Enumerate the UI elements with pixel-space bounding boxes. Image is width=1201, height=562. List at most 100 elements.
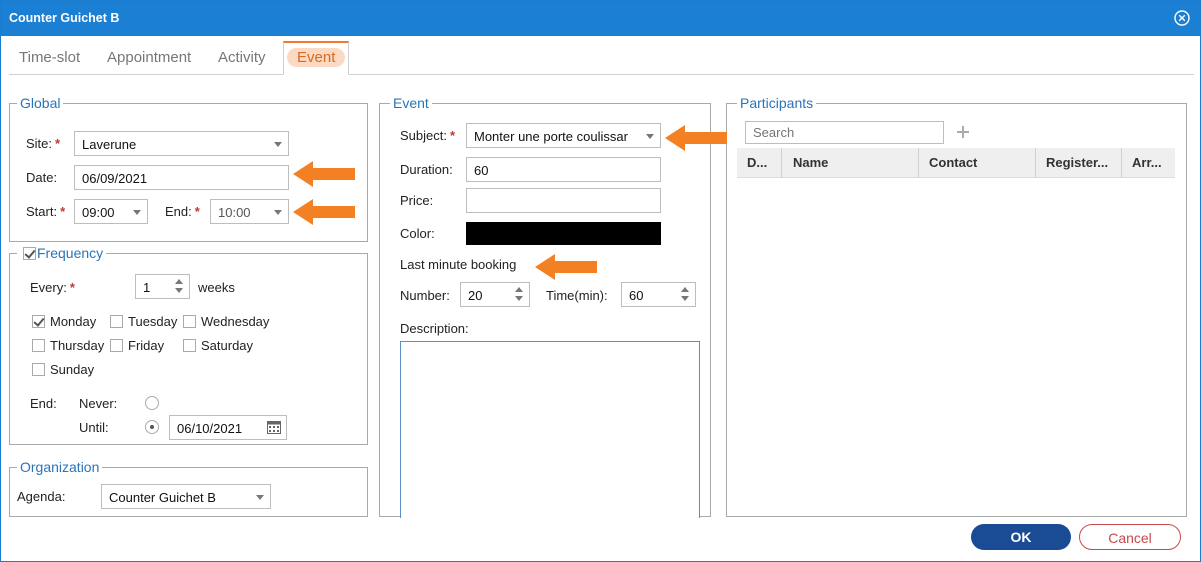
tuesday-label: Tuesday xyxy=(128,314,178,329)
dialog-window: Counter Guichet B Time-slot Appointment … xyxy=(0,0,1201,562)
column-header-arrival[interactable]: Arr... xyxy=(1122,148,1175,178)
start-value: 09:00 xyxy=(82,205,115,220)
ok-button[interactable]: OK xyxy=(971,524,1071,550)
site-select[interactable]: Laverune xyxy=(74,131,289,156)
left-arrow-icon xyxy=(293,161,355,187)
until-value: 06/10/2021 xyxy=(177,421,243,436)
chevron-down-icon xyxy=(646,134,654,139)
every-stepper[interactable]: 1 xyxy=(135,274,190,299)
sunday-checkbox[interactable] xyxy=(32,363,45,376)
column-header-contact[interactable]: Contact xyxy=(919,148,1036,178)
title-bar: Counter Guichet B xyxy=(1,1,1200,36)
number-label: Number: xyxy=(400,288,450,303)
frequency-group: Frequency Every: * 1 weeks Monday Tuesday… xyxy=(9,245,368,445)
number-value: 20 xyxy=(468,288,483,303)
frequency-checkbox[interactable] xyxy=(23,247,36,260)
chevron-down-icon xyxy=(274,210,282,215)
tab-bar: Time-slot Appointment Activity Event xyxy=(9,41,1194,75)
time-min-label: Time(min): xyxy=(546,288,608,303)
friday-checkbox[interactable] xyxy=(110,339,123,352)
tab-activity[interactable]: Activity xyxy=(218,49,266,66)
participants-legend: Participants xyxy=(737,95,817,111)
end-mode-label: End: xyxy=(30,396,57,411)
agenda-select[interactable]: Counter Guichet B xyxy=(101,484,271,509)
tab-event-label: Event xyxy=(287,48,346,67)
number-stepper[interactable]: 20 xyxy=(460,282,530,307)
price-label: Price: xyxy=(400,193,434,208)
duration-input[interactable]: 60 xyxy=(466,157,661,182)
event-group: Event Subject: * Monter une porte couliss… xyxy=(379,95,711,518)
site-label: Site: * xyxy=(26,136,61,151)
monday-label: Monday xyxy=(50,314,97,329)
date-label: Date: xyxy=(26,170,58,185)
saturday-checkbox[interactable] xyxy=(183,339,196,352)
never-radio[interactable] xyxy=(145,396,159,410)
friday-label: Friday xyxy=(128,338,165,353)
agenda-label: Agenda: xyxy=(17,489,66,504)
thursday-label: Thursday xyxy=(50,338,105,353)
wednesday-label: Wednesday xyxy=(201,314,270,329)
date-value: 06/09/2021 xyxy=(82,171,148,186)
tab-event[interactable]: Event xyxy=(283,41,350,75)
start-select[interactable]: 09:00 xyxy=(74,199,148,224)
spinner-icon[interactable] xyxy=(681,286,689,302)
tuesday-checkbox[interactable] xyxy=(110,315,123,328)
event-legend: Event xyxy=(390,95,432,111)
calendar-icon[interactable] xyxy=(267,421,281,434)
time-min-stepper[interactable]: 60 xyxy=(621,282,696,307)
participants-table-header: D... Name Contact Register... Arr... xyxy=(737,148,1175,178)
organization-group: Organization Agenda: Counter Guichet B xyxy=(9,459,368,517)
dialog-title: Counter Guichet B xyxy=(9,11,120,25)
end-value: 10:00 xyxy=(218,205,251,220)
global-legend: Global xyxy=(17,95,64,111)
left-arrow-icon xyxy=(293,199,355,225)
never-label: Never: xyxy=(79,396,118,411)
column-header-register[interactable]: Register... xyxy=(1036,148,1122,178)
time-min-value: 60 xyxy=(629,288,644,303)
saturday-label: Saturday xyxy=(201,338,254,353)
tab-time-slot[interactable]: Time-slot xyxy=(19,49,80,66)
every-label: Every: * xyxy=(30,280,75,295)
close-icon[interactable] xyxy=(1174,10,1190,26)
chevron-down-icon xyxy=(274,142,282,147)
description-textarea[interactable] xyxy=(400,341,700,518)
last-minute-booking-label: Last minute booking xyxy=(400,257,517,272)
color-swatch[interactable] xyxy=(466,222,661,245)
until-date-input[interactable]: 06/10/2021 xyxy=(169,415,287,440)
column-header-name[interactable]: Name xyxy=(783,148,919,178)
site-value: Laverune xyxy=(82,137,137,152)
end-label: End: * xyxy=(165,204,200,219)
until-label: Until: xyxy=(79,420,109,435)
column-header-d[interactable]: D... xyxy=(737,148,782,178)
sunday-label: Sunday xyxy=(50,362,95,377)
thursday-checkbox[interactable] xyxy=(32,339,45,352)
duration-value: 60 xyxy=(474,163,489,178)
plus-icon[interactable] xyxy=(956,125,970,139)
end-select[interactable]: 10:00 xyxy=(210,199,289,224)
every-value: 1 xyxy=(143,280,151,295)
tab-appointment[interactable]: Appointment xyxy=(107,49,191,66)
until-radio[interactable] xyxy=(145,420,159,434)
description-label: Description: xyxy=(400,321,469,336)
left-arrow-icon xyxy=(535,254,597,280)
left-arrow-icon xyxy=(665,125,727,151)
every-unit: weeks xyxy=(198,280,235,295)
monday-checkbox[interactable] xyxy=(32,315,45,328)
subject-select[interactable]: Monter une porte coulissar xyxy=(466,123,661,148)
spinner-icon[interactable] xyxy=(515,286,523,302)
subject-value: Monter une porte coulissar xyxy=(474,129,628,144)
agenda-value: Counter Guichet B xyxy=(109,490,216,505)
participants-search-input[interactable] xyxy=(745,121,944,144)
cancel-button[interactable]: Cancel xyxy=(1079,524,1181,550)
organization-legend: Organization xyxy=(17,459,103,475)
chevron-down-icon xyxy=(256,495,264,500)
wednesday-checkbox[interactable] xyxy=(183,315,196,328)
spinner-icon[interactable] xyxy=(175,278,183,294)
subject-label: Subject: * xyxy=(400,128,456,143)
date-input[interactable]: 06/09/2021 xyxy=(74,165,289,190)
duration-label: Duration: xyxy=(400,162,453,177)
chevron-down-icon xyxy=(133,210,141,215)
price-input[interactable] xyxy=(466,188,661,213)
start-label: Start: * xyxy=(26,204,66,219)
color-label: Color: xyxy=(400,226,435,241)
